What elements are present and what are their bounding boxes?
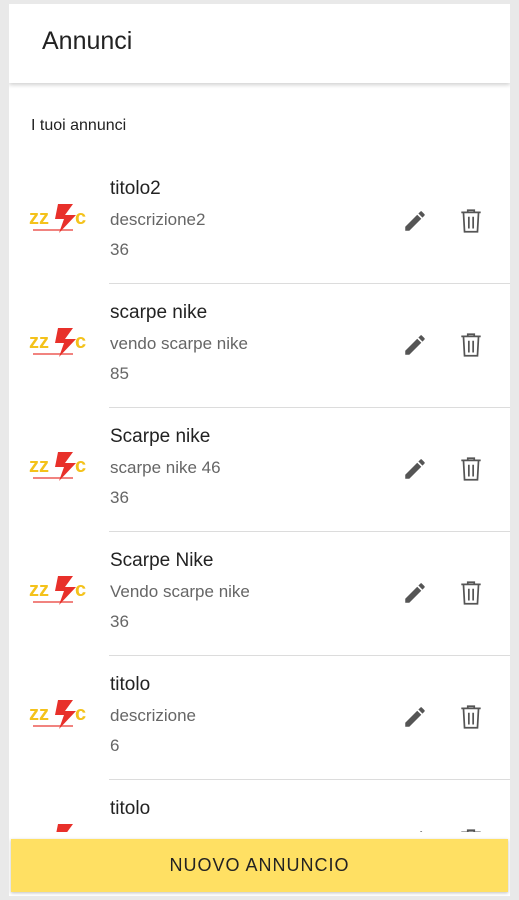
ad-price: 36 xyxy=(110,488,129,507)
logo-thumbnail-icon: zz c xyxy=(29,328,86,357)
svg-text:zz: zz xyxy=(29,207,49,229)
ads-card: Annunci I tuoi annunci zz c titolo2 desc… xyxy=(9,4,510,896)
pencil-icon xyxy=(405,211,425,231)
delete-button[interactable] xyxy=(453,575,489,611)
app-header: Annunci xyxy=(9,4,510,83)
ad-price: 85 xyxy=(110,364,129,383)
section-title: I tuoi annunci xyxy=(31,117,127,134)
svg-text:c: c xyxy=(75,455,86,477)
ads-list: zz c titolo2 descrizione2 36 zz c scarpe… xyxy=(9,160,510,896)
trash-icon xyxy=(461,457,481,481)
list-item[interactable]: zz c titolo2 descrizione2 36 xyxy=(9,160,510,284)
page-title: Annunci xyxy=(42,27,133,55)
svg-text:c: c xyxy=(75,207,86,229)
ad-description: vendo scarpe nike xyxy=(110,334,248,353)
svg-text:zz: zz xyxy=(29,331,49,353)
ad-price: 36 xyxy=(110,612,129,631)
trash-icon xyxy=(461,333,481,357)
edit-button[interactable] xyxy=(397,451,433,487)
footer-bar: NUOVO ANNUNCIO xyxy=(9,832,510,896)
edit-button[interactable] xyxy=(397,203,433,239)
delete-button[interactable] xyxy=(453,451,489,487)
edit-button[interactable] xyxy=(397,699,433,735)
ad-description: descrizione2 xyxy=(110,210,206,229)
list-item[interactable]: zz c titolo descrizione 6 xyxy=(9,656,510,780)
edit-button[interactable] xyxy=(397,327,433,363)
list-item[interactable]: zz c Scarpe Nike Vendo scarpe nike 36 xyxy=(9,532,510,656)
ad-description: scarpe nike 46 xyxy=(110,458,221,477)
ad-title: titolo xyxy=(110,674,151,695)
delete-button[interactable] xyxy=(453,203,489,239)
ad-title: Scarpe nike xyxy=(110,426,211,447)
logo-thumbnail-icon: zz c xyxy=(29,576,86,605)
svg-text:zz: zz xyxy=(29,455,49,477)
ad-price: 36 xyxy=(110,240,129,259)
list-item[interactable]: zz c scarpe nike vendo scarpe nike 85 xyxy=(9,284,510,408)
pencil-icon xyxy=(405,459,425,479)
logo-thumbnail-icon: zz c xyxy=(29,204,86,233)
delete-button[interactable] xyxy=(453,327,489,363)
logo-thumbnail-icon: zz c xyxy=(29,700,86,729)
ad-price: 6 xyxy=(110,736,120,755)
delete-button[interactable] xyxy=(453,699,489,735)
pencil-icon xyxy=(405,583,425,603)
logo-thumbnail-icon: zz c xyxy=(29,452,86,481)
trash-icon xyxy=(461,705,481,729)
svg-text:zz: zz xyxy=(29,579,49,601)
trash-icon xyxy=(461,581,481,605)
list-item[interactable]: zz c Scarpe nike scarpe nike 46 36 xyxy=(9,408,510,532)
svg-text:c: c xyxy=(75,579,86,601)
ad-title: titolo xyxy=(110,798,151,819)
trash-icon xyxy=(461,209,481,233)
ad-description: descrizione xyxy=(110,706,196,725)
new-ad-button[interactable]: NUOVO ANNUNCIO xyxy=(11,839,508,892)
pencil-icon xyxy=(405,707,425,727)
ad-title: Scarpe Nike xyxy=(110,550,214,571)
ad-title: scarpe nike xyxy=(110,302,208,323)
svg-text:c: c xyxy=(75,331,86,353)
ad-description: Vendo scarpe nike xyxy=(110,582,250,601)
pencil-icon xyxy=(405,335,425,355)
edit-button[interactable] xyxy=(397,575,433,611)
ad-title: titolo2 xyxy=(110,178,161,199)
svg-text:c: c xyxy=(75,703,86,725)
svg-text:zz: zz xyxy=(29,703,49,725)
